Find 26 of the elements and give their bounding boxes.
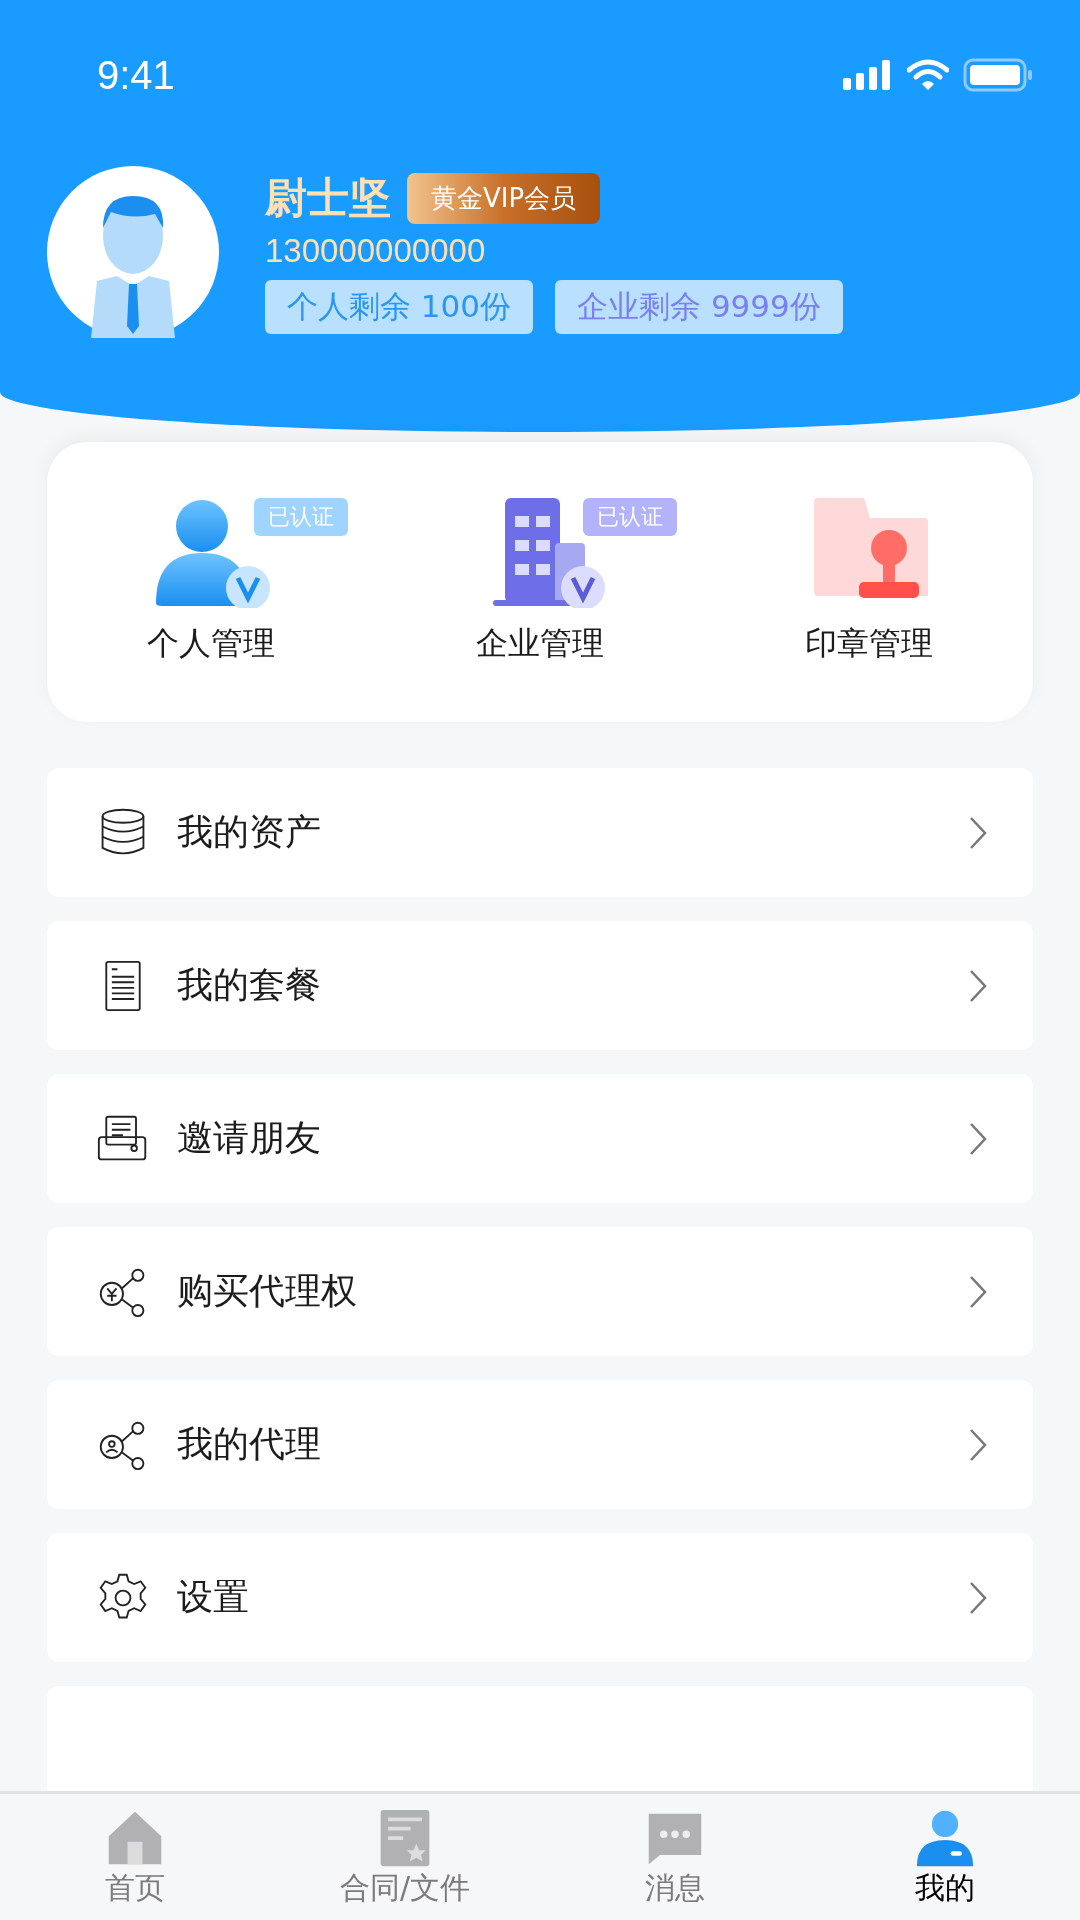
- status-time: 9:41: [97, 52, 175, 98]
- quota-tag: 个人剩余 100份: [265, 280, 534, 334]
- menu-row[interactable]: 我的资产: [47, 768, 1033, 897]
- menu-row[interactable]: 设置: [47, 1533, 1033, 1662]
- tab-item[interactable]: 首页: [35, 1794, 235, 1920]
- management-label[interactable]: 个人管理: [147, 622, 276, 666]
- user-name: 尉士坚: [265, 172, 391, 224]
- verified-badge: 已认证: [583, 498, 677, 536]
- menu-row[interactable]: 我的代理: [47, 1380, 1033, 1509]
- quota-tag: 企业剩余 9999份: [555, 280, 843, 334]
- phone-number: 130000000000: [265, 232, 487, 270]
- tab-item[interactable]: 合同/文件: [305, 1794, 505, 1920]
- tab-item[interactable]: 我的: [845, 1794, 1045, 1920]
- management-label[interactable]: 印章管理: [804, 622, 933, 666]
- management-label[interactable]: 企业管理: [476, 622, 604, 666]
- menu-row[interactable]: 邀请朋友: [47, 1074, 1033, 1203]
- tab-item[interactable]: 消息: [575, 1794, 775, 1920]
- avatar-icon: [47, 166, 219, 338]
- menu-row[interactable]: 购买代理权: [47, 1227, 1033, 1356]
- battery-icon: [963, 58, 1033, 92]
- wifi-icon: [907, 59, 949, 91]
- menu-row[interactable]: 我的套餐: [47, 921, 1033, 1050]
- verified-badge: 已认证: [254, 498, 349, 536]
- vip-badge: 黄金VIP会员: [407, 172, 601, 224]
- person-icon: [915, 1808, 975, 1868]
- signal-icon: [843, 60, 893, 90]
